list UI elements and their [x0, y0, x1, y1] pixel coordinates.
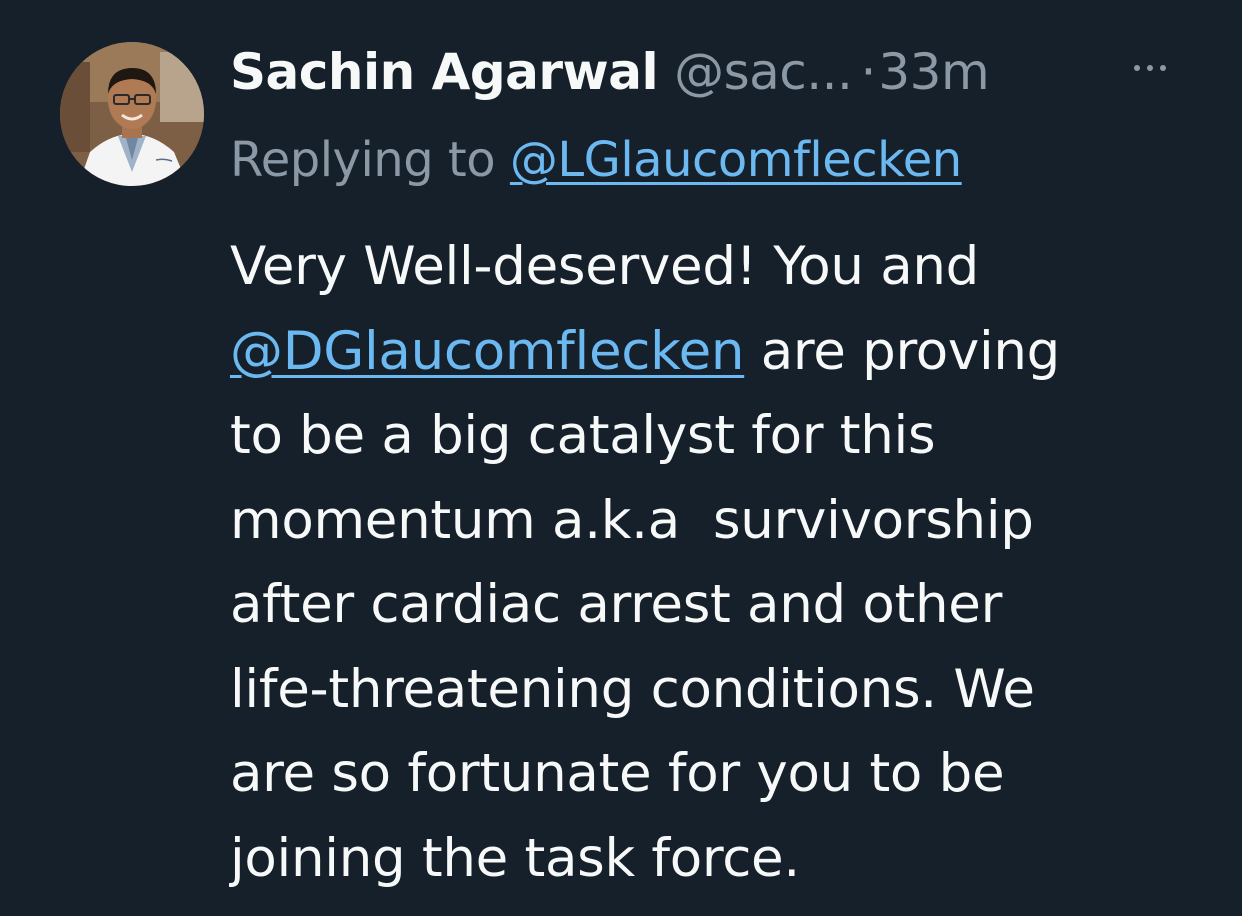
author-name[interactable]: Sachin Agarwal	[230, 40, 659, 104]
body-line: after cardiac arrest and other	[230, 574, 1003, 635]
body-line: are so fortunate for you to be	[230, 743, 1005, 804]
body-line: joining the task force.	[230, 827, 800, 889]
replying-to-line: Replying to @LGlaucomflecken	[230, 128, 962, 192]
more-dot	[1160, 65, 1166, 71]
body-line: @DGlaucomflecken are proving	[230, 310, 1220, 395]
body-line: momentum a.k.a survivorship	[230, 489, 1034, 551]
more-dot	[1134, 65, 1140, 71]
author-handle[interactable]: @sac...	[674, 40, 853, 104]
body-mention[interactable]: @DGlaucomflecken	[230, 321, 745, 382]
body-line: Very Well-deserved! You and	[230, 236, 980, 297]
more-dot	[1147, 65, 1153, 71]
avatar[interactable]	[60, 42, 204, 186]
header-separator: ·	[860, 43, 877, 101]
tweet[interactable]: Sachin Agarwal @sac... · 33m Replying to…	[0, 0, 1242, 916]
more-horizontal-icon[interactable]	[1126, 56, 1174, 80]
tweet-body: Very Well-deserved! You and @DGlaucomfle…	[230, 225, 1220, 901]
replying-to-mention[interactable]: @LGlaucomflecken	[510, 132, 962, 188]
tweet-timestamp[interactable]: 33m	[878, 40, 989, 104]
replying-prefix: Replying to	[230, 132, 496, 188]
body-line: life-threatening conditions. We	[230, 658, 1035, 720]
tweet-header: Sachin Agarwal @sac... · 33m	[230, 40, 990, 104]
body-line-rest: are proving	[744, 320, 1061, 382]
body-line: to be a big catalyst for this	[230, 405, 936, 466]
